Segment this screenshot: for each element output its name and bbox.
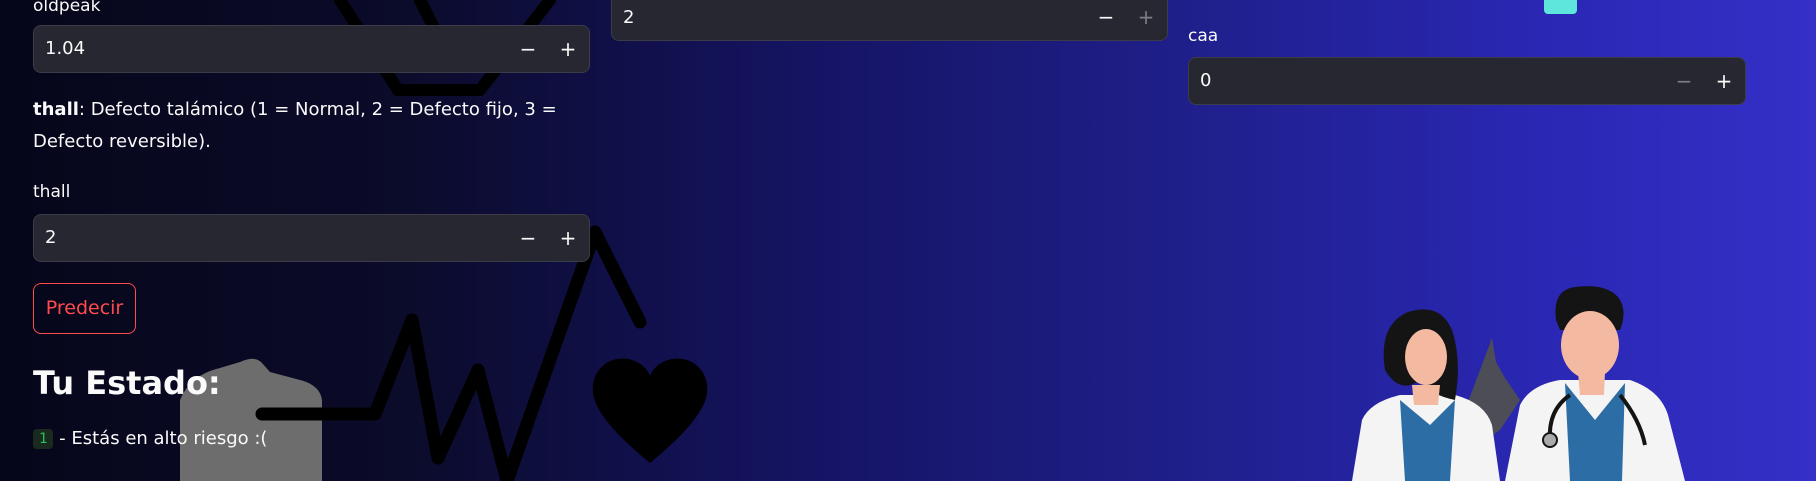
oldpeak-decrement-button[interactable]: −: [508, 26, 548, 72]
thall-label: thall: [33, 182, 71, 202]
thall-value[interactable]: 2: [45, 215, 56, 261]
doctors-illustration: [1352, 286, 1685, 481]
status-result: 1 - Estás en alto riesgo :(: [33, 428, 267, 449]
slp-value[interactable]: 2: [623, 0, 634, 42]
oldpeak-increment-button[interactable]: +: [548, 26, 588, 72]
teal-chip: [1544, 0, 1577, 14]
slp-decrement-button[interactable]: −: [1086, 0, 1126, 42]
predict-button[interactable]: Predecir: [33, 283, 136, 334]
slp-increment-button[interactable]: +: [1126, 0, 1166, 42]
caa-value[interactable]: 0: [1200, 58, 1211, 104]
thall-description: thall: Defecto talámico (1 = Normal, 2 =…: [33, 94, 593, 158]
caa-increment-button[interactable]: +: [1704, 58, 1744, 104]
thall-description-text: : Defecto talámico (1 = Normal, 2 = Defe…: [33, 99, 557, 152]
oldpeak-number-input[interactable]: 1.04 − +: [33, 25, 590, 73]
thall-number-input[interactable]: 2 − +: [33, 214, 590, 262]
caa-decrement-button[interactable]: −: [1664, 58, 1704, 104]
status-message: - Estás en alto riesgo :(: [53, 428, 268, 449]
oldpeak-value[interactable]: 1.04: [45, 26, 85, 72]
thall-decrement-button[interactable]: −: [508, 215, 548, 261]
slp-number-input[interactable]: 2 − +: [611, 0, 1168, 41]
status-code: 1: [33, 429, 54, 449]
oldpeak-label: oldpeak: [33, 0, 101, 16]
caa-number-input[interactable]: 0 − +: [1188, 57, 1746, 105]
status-heading: Tu Estado:: [33, 364, 221, 402]
heart-icon: [592, 358, 708, 463]
caa-label: caa: [1188, 26, 1219, 46]
thall-term: thall: [33, 99, 79, 120]
thall-increment-button[interactable]: +: [548, 215, 588, 261]
